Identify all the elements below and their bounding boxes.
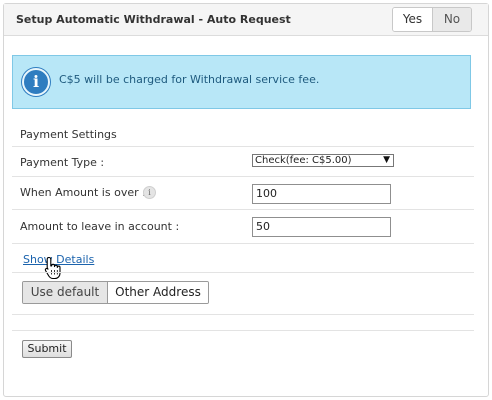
amount-over-label: When Amount is over : bbox=[20, 186, 146, 199]
no-button[interactable]: No bbox=[433, 8, 471, 31]
divider bbox=[12, 176, 474, 177]
yes-button[interactable]: Yes bbox=[393, 8, 433, 31]
panel-title: Setup Automatic Withdrawal - Auto Reques… bbox=[16, 13, 291, 26]
amount-leave-label: Amount to leave in account : bbox=[20, 220, 180, 233]
info-icon: i bbox=[22, 68, 50, 96]
divider bbox=[12, 209, 474, 210]
amount-leave-input[interactable]: 50 bbox=[252, 217, 391, 237]
fee-notice-text: C$5 will be charged for Withdrawal servi… bbox=[59, 73, 320, 86]
hand-cursor-icon bbox=[44, 256, 61, 280]
use-default-button[interactable]: Use default bbox=[23, 282, 108, 303]
yes-no-toggle: Yes No bbox=[392, 7, 472, 32]
divider bbox=[12, 146, 474, 147]
payment-type-value: Check(fee: C$5.00) bbox=[255, 155, 352, 166]
submit-button[interactable]: Submit bbox=[22, 340, 72, 358]
other-address-button[interactable]: Other Address bbox=[108, 282, 208, 303]
info-tooltip-icon[interactable]: i bbox=[143, 186, 156, 199]
divider bbox=[12, 243, 474, 244]
divider bbox=[12, 314, 474, 315]
divider bbox=[12, 272, 474, 273]
amount-over-input[interactable]: 100 bbox=[252, 184, 391, 204]
section-title: Payment Settings bbox=[20, 128, 117, 141]
payment-type-select[interactable]: Check(fee: C$5.00) ▼ bbox=[252, 154, 394, 167]
address-toggle: Use default Other Address bbox=[22, 281, 209, 304]
divider bbox=[12, 330, 474, 331]
fee-notice: i C$5 will be charged for Withdrawal ser… bbox=[12, 55, 471, 109]
payment-type-label: Payment Type : bbox=[20, 156, 105, 169]
dropdown-arrow-icon: ▼ bbox=[383, 155, 390, 165]
panel-header: Setup Automatic Withdrawal - Auto Reques… bbox=[4, 4, 488, 36]
